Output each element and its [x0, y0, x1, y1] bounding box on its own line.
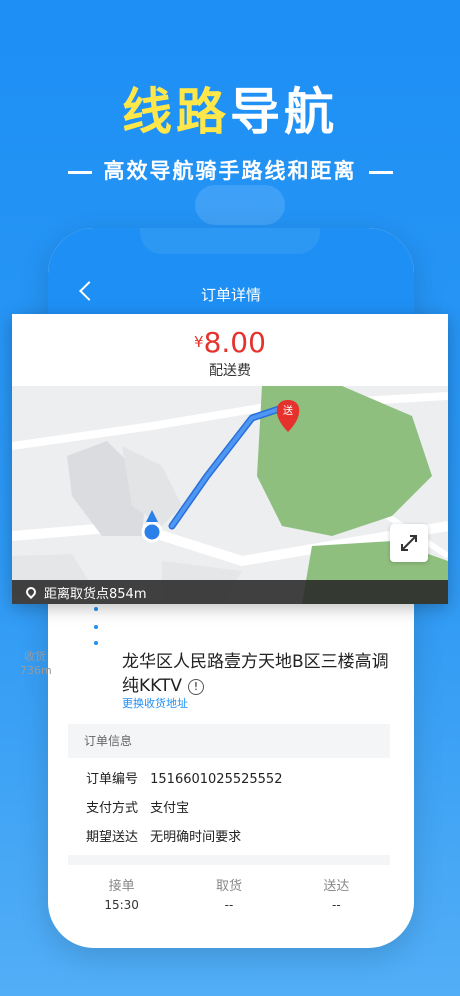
fee-label: 配送费 — [209, 363, 251, 379]
step-accept: 接单 15:30 — [68, 875, 175, 912]
step-label: 取货 — [215, 879, 242, 894]
fee-amount: 8.00 — [203, 326, 266, 359]
subtitle-dash-left — [67, 170, 92, 174]
distance-text: 距离取货点854m — [44, 586, 147, 602]
step-value: -- — [331, 898, 341, 912]
expand-icon — [401, 535, 417, 551]
timeline-dot — [94, 625, 98, 629]
background-scooter-deco — [195, 185, 285, 225]
delivery-address-text: 龙华区人民路壹方天地B区三楼高调纯KKTV — [122, 652, 389, 696]
fee-currency: ¥ — [194, 333, 204, 351]
info-row-value: 无明确时间要求 — [150, 830, 242, 845]
step-pickup: 取货 -- — [175, 875, 282, 912]
phone-notch — [140, 228, 320, 254]
route-map[interactable]: 送 距离取货点854m — [12, 386, 448, 604]
receive-distance: 736m — [20, 664, 52, 677]
step-label: 送达 — [323, 879, 350, 894]
fee-map-card: ¥8.00 配送费 送 距离取货点854m — [12, 314, 448, 604]
receive-label: 收货 736m — [20, 650, 52, 678]
location-pin-icon — [23, 584, 39, 600]
expand-map-button[interactable] — [390, 524, 428, 562]
info-icon[interactable]: ! — [188, 679, 204, 695]
nav-title: 订单详情 — [200, 286, 261, 304]
info-row-key: 支付方式 — [86, 801, 139, 816]
change-address-link[interactable]: 更换收货地址 — [122, 695, 188, 711]
delivery-marker-label: 送 — [283, 406, 293, 417]
section-divider — [68, 855, 390, 865]
delivery-address: 龙华区人民路壹方天地B区三楼高调纯KKTV! — [122, 650, 392, 698]
info-row-expected-delivery: 期望送达 无明确时间要求 — [86, 826, 241, 845]
timeline-dot — [94, 641, 98, 645]
step-delivered: 送达 -- — [283, 875, 390, 912]
distance-bar: 距离取货点854m — [12, 580, 448, 604]
order-info-section-title: 订单信息 — [68, 724, 390, 758]
hero-subtitle: 高效导航骑手路线和距离 — [0, 155, 460, 185]
info-row-key: 订单编号 — [86, 772, 139, 787]
info-row-value: 支付宝 — [150, 801, 190, 816]
order-steps: 接单 15:30 取货 -- 送达 -- — [68, 875, 390, 912]
subtitle-dash-right — [368, 170, 393, 174]
hero-subtitle-text: 高效导航骑手路线和距离 — [103, 159, 357, 183]
info-row-value: 1516601025525552 — [150, 772, 283, 787]
hero-title: 线路导航 — [0, 72, 460, 144]
rider-location-icon — [141, 521, 163, 543]
step-value: -- — [224, 898, 234, 912]
timeline-dot — [94, 607, 98, 611]
delivery-fee: ¥8.00 — [12, 326, 448, 359]
hero-title-rest: 导航 — [230, 83, 338, 141]
step-label: 接单 — [108, 879, 135, 894]
step-value: 15:30 — [104, 898, 139, 912]
hero-title-accent: 线路 — [122, 83, 230, 141]
info-row-key: 期望送达 — [86, 830, 139, 845]
map-canvas — [12, 386, 448, 604]
info-row-order-number: 订单编号 1516601025525552 — [86, 768, 282, 787]
info-row-payment: 支付方式 支付宝 — [86, 797, 189, 816]
receive-label-text: 收货 — [24, 650, 46, 663]
